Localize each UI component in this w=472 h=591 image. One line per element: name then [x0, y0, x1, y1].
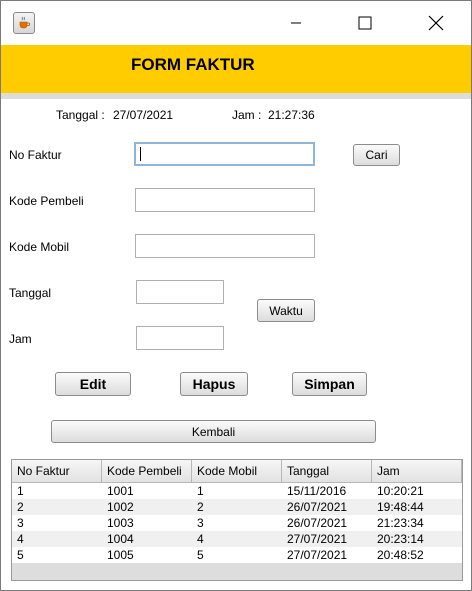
table-cell: 26/07/2021 — [287, 500, 348, 514]
table-row[interactable]: 2 1002 2 26/07/2021 19:48:44 — [12, 499, 462, 515]
table-cell: 2 — [17, 500, 24, 514]
table-cell: 5 — [17, 548, 24, 562]
text-caret — [140, 147, 141, 161]
page-title: FORM FAKTUR — [131, 55, 255, 74]
tanggal-label: Tanggal — [9, 286, 52, 300]
table-cell: 5 — [197, 548, 204, 562]
table-cell: 4 — [17, 532, 24, 546]
kode-mobil-input[interactable] — [135, 234, 315, 258]
column-header-no-faktur[interactable]: No Faktur — [12, 460, 102, 482]
table-cell: 3 — [197, 516, 204, 530]
jam-input[interactable] — [136, 326, 224, 350]
minimize-icon — [291, 22, 301, 24]
table-cell: 1005 — [107, 548, 134, 562]
header-divider — [1, 93, 471, 99]
info-date-value: 27/07/2021 — [113, 108, 174, 122]
table-cell: 1001 — [107, 484, 134, 498]
table-cell: 1004 — [107, 532, 134, 546]
table-cell: 21:23:34 — [377, 516, 424, 530]
column-header-kode-mobil[interactable]: Kode Mobil — [192, 460, 282, 482]
column-header-kode-pembeli[interactable]: Kode Pembeli — [102, 460, 192, 482]
table-row[interactable]: 1 1001 1 15/11/2016 10:20:21 — [12, 483, 462, 499]
table-row[interactable]: 5 1005 5 27/07/2021 20:48:52 — [12, 547, 462, 563]
close-icon — [428, 15, 444, 31]
application-window: FORM FAKTUR Tanggal : 27/07/2021 Jam : 2… — [0, 0, 472, 591]
maximize-button[interactable] — [342, 1, 388, 45]
minimize-button[interactable] — [273, 1, 319, 45]
table-cell: 15/11/2016 — [287, 484, 347, 498]
maximize-icon — [358, 16, 372, 30]
header-banner: FORM FAKTUR — [1, 45, 471, 93]
java-cup-icon[interactable] — [13, 12, 35, 34]
table-cell: 19:48:44 — [377, 500, 424, 514]
table-cell: 3 — [17, 516, 24, 530]
title-bar[interactable] — [1, 1, 471, 45]
table-cell: 4 — [197, 532, 204, 546]
table-cell: 10:20:21 — [377, 484, 424, 498]
table-cell: 27/07/2021 — [287, 548, 348, 562]
column-header-jam[interactable]: Jam — [372, 460, 462, 482]
close-button[interactable] — [413, 1, 459, 45]
table-cell: 27/07/2021 — [287, 532, 348, 546]
table-body: 1 1001 1 15/11/2016 10:20:21 2 1002 2 26… — [12, 483, 462, 563]
kembali-button[interactable]: Kembali — [51, 420, 376, 443]
info-time-label: Jam : — [232, 108, 262, 122]
table-cell: 26/07/2021 — [287, 516, 348, 530]
faktur-table[interactable]: No Faktur Kode Pembeli Kode Mobil Tangga… — [11, 459, 463, 581]
table-header-row: No Faktur Kode Pembeli Kode Mobil Tangga… — [12, 460, 462, 483]
table-cell: 20:23:14 — [377, 532, 424, 546]
table-row[interactable]: 4 1004 4 27/07/2021 20:23:14 — [12, 531, 462, 547]
hapus-button[interactable]: Hapus — [180, 372, 248, 396]
jam-label: Jam — [9, 332, 32, 346]
simpan-button[interactable]: Simpan — [292, 372, 367, 396]
table-cell: 2 — [197, 500, 204, 514]
kode-pembeli-label: Kode Pembeli — [9, 194, 84, 208]
waktu-button[interactable]: Waktu — [257, 299, 315, 322]
tanggal-input[interactable] — [136, 280, 224, 304]
info-time-value: 21:27:36 — [268, 108, 315, 122]
info-date-label: Tanggal : — [56, 108, 105, 122]
edit-button[interactable]: Edit — [55, 372, 131, 396]
table-cell: 1 — [17, 484, 24, 498]
table-row[interactable]: 3 1003 3 26/07/2021 21:23:34 — [12, 515, 462, 531]
table-cell: 1002 — [107, 500, 134, 514]
kode-mobil-label: Kode Mobil — [9, 240, 70, 254]
table-cell: 1003 — [107, 516, 134, 530]
table-cell: 1 — [197, 484, 204, 498]
cari-button[interactable]: Cari — [353, 144, 400, 166]
no-faktur-label: No Faktur — [9, 148, 62, 162]
table-cell: 20:48:52 — [377, 548, 424, 562]
kode-pembeli-input[interactable] — [135, 188, 315, 212]
no-faktur-input[interactable] — [134, 142, 315, 166]
column-header-tanggal[interactable]: Tanggal — [282, 460, 372, 482]
